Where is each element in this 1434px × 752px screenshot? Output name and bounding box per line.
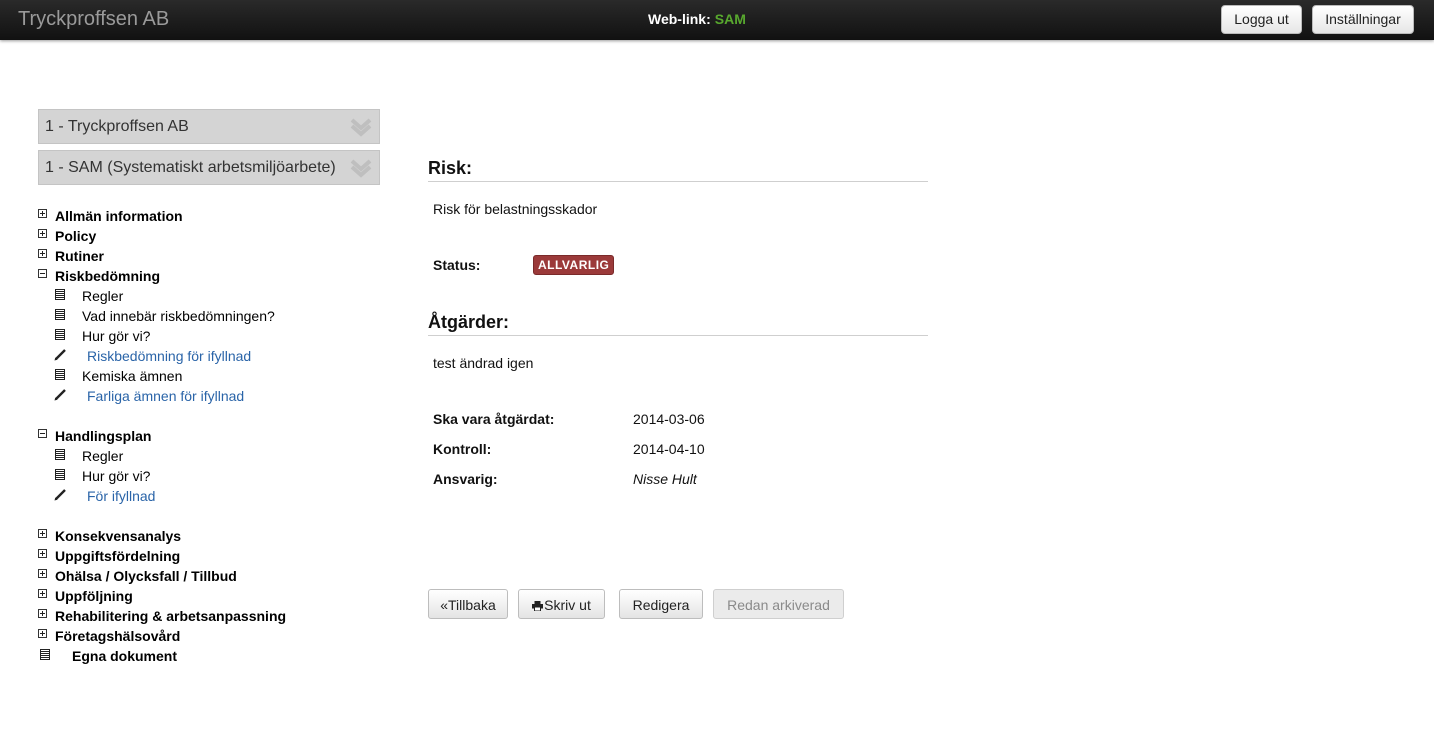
document-icon — [40, 649, 50, 660]
nav-item-label[interactable]: Uppföljning — [55, 586, 133, 606]
printer-icon — [532, 601, 544, 611]
expand-icon[interactable] — [38, 589, 47, 598]
nav-subitem[interactable]: Regler — [38, 286, 398, 306]
responsible-label: Ansvarig: — [433, 471, 498, 487]
nav-subitem-label[interactable]: Kemiska ämnen — [82, 366, 182, 386]
nav-item-egna-dokument[interactable]: Egna dokument — [38, 646, 398, 666]
collapse-icon[interactable] — [38, 429, 47, 438]
nav-subitem[interactable]: Kemiska ämnen — [38, 366, 398, 386]
control-value: 2014-04-10 — [633, 441, 705, 457]
settings-button[interactable]: Inställningar — [1312, 5, 1414, 34]
status-badge: ALLVARLIG — [533, 255, 615, 275]
nav-subitem-label[interactable]: Hur gör vi? — [82, 326, 150, 346]
nav-item-label[interactable]: Företagshälsovård — [55, 626, 180, 646]
nav-item-label[interactable]: Allmän information — [55, 206, 183, 226]
document-icon — [55, 469, 65, 480]
nav-subitem[interactable]: För ifyllnad — [38, 486, 398, 506]
nav-item-handlingsplan[interactable]: Handlingsplan — [38, 426, 398, 446]
company-select[interactable]: 1 - Tryckproffsen AB — [38, 109, 380, 144]
atgarder-heading: Åtgärder: — [428, 312, 928, 336]
nav-item-riskbedomning[interactable]: Riskbedömning — [38, 266, 398, 286]
top-bar: Tryckproffsen AB Web-link: SAM Logga ut I… — [0, 0, 1434, 40]
brand-title: Tryckproffsen AB — [18, 8, 170, 30]
nav-item-label[interactable]: Uppgiftsfördelning — [55, 546, 180, 566]
back-button[interactable]: «Tillbaka — [428, 589, 508, 619]
nav-item-uppgiftsfordelning[interactable]: Uppgiftsfördelning — [38, 546, 398, 566]
nav-subitem-label[interactable]: Vad innebär riskbedömningen? — [82, 306, 275, 326]
risk-heading: Risk: — [428, 158, 928, 182]
due-date-label: Ska vara åtgärdat: — [433, 411, 555, 427]
print-button-label: Skriv ut — [544, 597, 591, 613]
nav-item-rutiner[interactable]: Rutiner — [38, 246, 398, 266]
expand-icon[interactable] — [38, 609, 47, 618]
pencil-icon — [54, 389, 66, 401]
nav-item-label[interactable]: Rehabilitering & arbetsanpassning — [55, 606, 286, 626]
expand-icon[interactable] — [38, 529, 47, 538]
expand-icon[interactable] — [38, 629, 47, 638]
system-select-value: 1 - SAM (Systematiskt arbetsmiljöarbete) — [45, 159, 336, 176]
document-icon — [55, 369, 65, 380]
nav-subitem-label[interactable]: Hur gör vi? — [82, 466, 150, 486]
responsible-value: Nisse Hult — [633, 471, 697, 487]
nav-item-konsekvensanalys[interactable]: Konsekvensanalys — [38, 526, 398, 546]
edit-button[interactable]: Redigera — [619, 589, 703, 619]
expand-icon[interactable] — [38, 229, 47, 238]
expand-icon[interactable] — [38, 549, 47, 558]
nav-item-allman[interactable]: Allmän information — [38, 206, 398, 226]
nav-subitem[interactable]: Riskbedömning för ifyllnad — [38, 346, 398, 366]
nav-link-label[interactable]: Riskbedömning för ifyllnad — [87, 346, 251, 366]
nav-subitem-label[interactable]: Regler — [82, 286, 123, 306]
nav-subitem[interactable]: Hur gör vi? — [38, 326, 398, 346]
document-icon — [55, 329, 65, 340]
nav-subitem-label[interactable]: Regler — [82, 446, 123, 466]
nav-subitem[interactable]: Farliga ämnen för ifyllnad — [38, 386, 398, 406]
nav-subitem[interactable]: Regler — [38, 446, 398, 466]
nav-item-label[interactable]: Riskbedömning — [55, 266, 160, 286]
risk-text: Risk för belastningsskador — [433, 201, 598, 217]
nav-item-label[interactable]: Handlingsplan — [55, 426, 151, 446]
due-date-value: 2014-03-06 — [633, 411, 705, 427]
chevron-down-icon — [350, 118, 372, 137]
pencil-icon — [54, 349, 66, 361]
document-icon — [55, 289, 65, 300]
control-label: Kontroll: — [433, 441, 492, 457]
web-link-value: SAM — [714, 11, 746, 27]
atgarder-text: test ändrad igen — [433, 355, 534, 371]
sidebar-tree: Allmän information Policy Rutiner Riskbe… — [38, 206, 398, 666]
collapse-icon[interactable] — [38, 269, 47, 278]
chevron-down-icon — [350, 159, 372, 178]
web-link: Web-link: SAM — [648, 11, 746, 27]
nav-item-label[interactable]: Egna dokument — [72, 646, 177, 666]
status-label: Status: — [433, 257, 481, 273]
nav-item-label[interactable]: Rutiner — [55, 246, 104, 266]
nav-item-policy[interactable]: Policy — [38, 226, 398, 246]
nav-item-label[interactable]: Policy — [55, 226, 96, 246]
print-button[interactable]: Skriv ut — [518, 589, 605, 619]
nav-link-label[interactable]: För ifyllnad — [87, 486, 155, 506]
nav-item-label[interactable]: Ohälsa / Olycksfall / Tillbud — [55, 566, 237, 586]
nav-item-foretagshalsovard[interactable]: Företagshälsovård — [38, 626, 398, 646]
expand-icon[interactable] — [38, 569, 47, 578]
nav-link-label[interactable]: Farliga ämnen för ifyllnad — [87, 386, 244, 406]
document-icon — [55, 309, 65, 320]
document-icon — [55, 449, 65, 460]
system-select[interactable]: 1 - SAM (Systematiskt arbetsmiljöarbete) — [38, 150, 380, 185]
pencil-icon — [54, 489, 66, 501]
nav-item-ohalsa[interactable]: Ohälsa / Olycksfall / Tillbud — [38, 566, 398, 586]
nav-subitem[interactable]: Hur gör vi? — [38, 466, 398, 486]
expand-icon[interactable] — [38, 209, 47, 218]
nav-item-label[interactable]: Konsekvensanalys — [55, 526, 181, 546]
logout-button[interactable]: Logga ut — [1221, 5, 1302, 34]
expand-icon[interactable] — [38, 249, 47, 258]
web-link-label: Web-link: — [648, 11, 711, 27]
archived-button: Redan arkiverad — [713, 589, 844, 619]
nav-subitem[interactable]: Vad innebär riskbedömningen? — [38, 306, 398, 326]
nav-item-rehabilitering[interactable]: Rehabilitering & arbetsanpassning — [38, 606, 398, 626]
company-select-value: 1 - Tryckproffsen AB — [45, 118, 189, 135]
nav-item-uppfoljning[interactable]: Uppföljning — [38, 586, 398, 606]
